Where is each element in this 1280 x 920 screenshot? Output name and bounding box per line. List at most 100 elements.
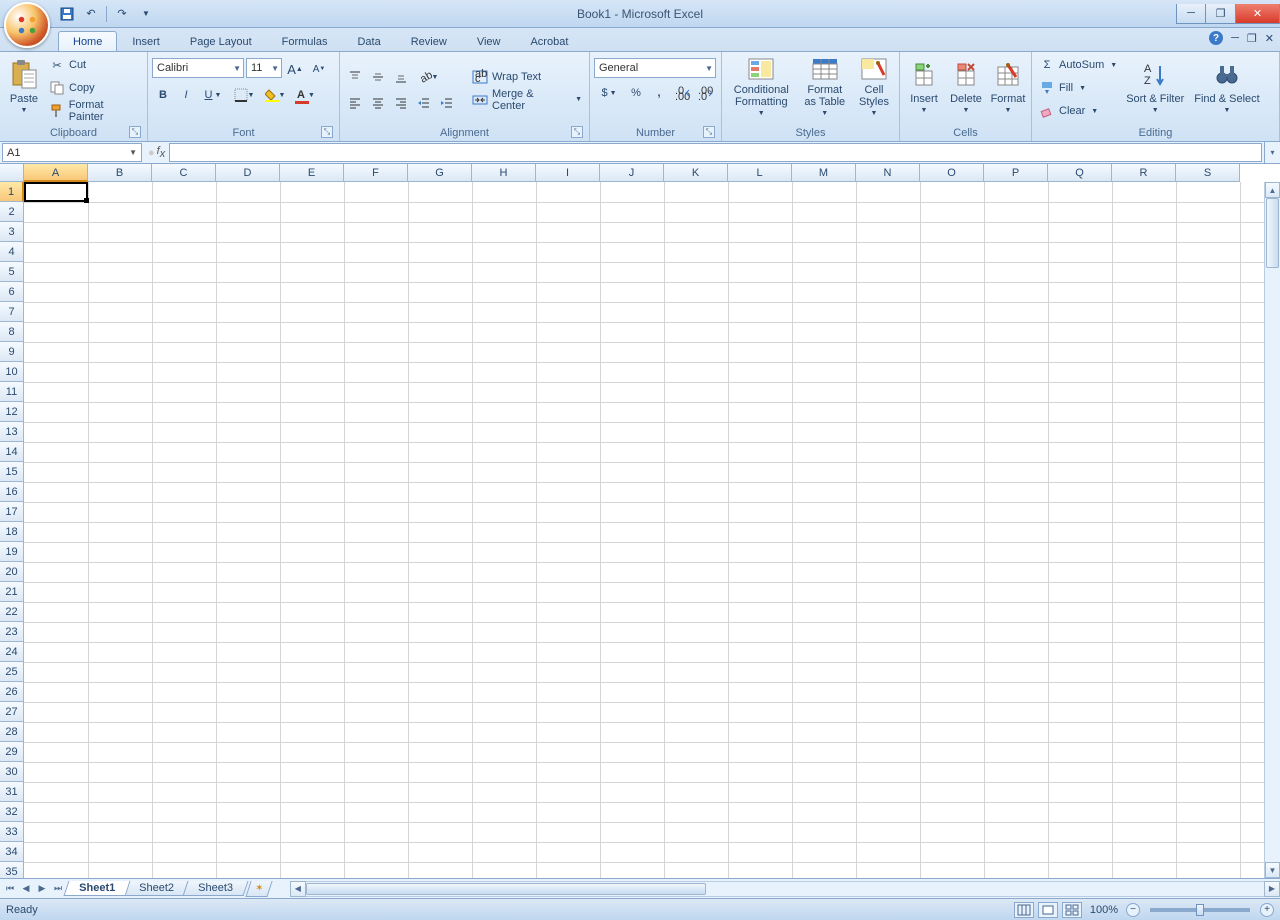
- row-header[interactable]: 24: [0, 642, 24, 662]
- column-header[interactable]: E: [280, 164, 344, 182]
- ribbon-tab-review[interactable]: Review: [396, 31, 462, 51]
- column-header[interactable]: M: [792, 164, 856, 182]
- row-header[interactable]: 20: [0, 562, 24, 582]
- normal-view-button[interactable]: [1014, 902, 1034, 918]
- row-header[interactable]: 23: [0, 622, 24, 642]
- alignment-launcher[interactable]: ⤡: [571, 126, 583, 138]
- office-button[interactable]: [4, 2, 50, 48]
- ribbon-tab-page-layout[interactable]: Page Layout: [175, 31, 267, 51]
- prev-sheet-icon[interactable]: ◀: [18, 881, 34, 897]
- row-header[interactable]: 16: [0, 482, 24, 502]
- column-header[interactable]: J: [600, 164, 664, 182]
- zoom-in-button[interactable]: +: [1260, 903, 1274, 917]
- save-icon[interactable]: [58, 5, 76, 23]
- column-header[interactable]: I: [536, 164, 600, 182]
- column-header[interactable]: F: [344, 164, 408, 182]
- redo-icon[interactable]: ↷: [113, 5, 131, 23]
- font-name-combo[interactable]: Calibri▼: [152, 58, 244, 78]
- row-header[interactable]: 1: [0, 182, 24, 202]
- conditional-formatting-button[interactable]: Conditional Formatting▼: [726, 54, 797, 122]
- column-header[interactable]: Q: [1048, 164, 1112, 182]
- percent-button[interactable]: %: [625, 82, 647, 104]
- shrink-font-button[interactable]: A▼: [308, 58, 330, 80]
- row-header[interactable]: 33: [0, 822, 24, 842]
- clear-button[interactable]: Clear▼: [1036, 101, 1120, 122]
- row-header[interactable]: 28: [0, 722, 24, 742]
- font-launcher[interactable]: ⤡: [321, 126, 333, 138]
- help-icon[interactable]: ?: [1209, 31, 1223, 45]
- autosum-button[interactable]: ΣAutoSum▼: [1036, 55, 1120, 76]
- cancel-formula-icon[interactable]: ●: [148, 147, 155, 159]
- vertical-scrollbar[interactable]: ▲ ▼: [1264, 182, 1280, 878]
- cell-styles-button[interactable]: Cell Styles▼: [853, 54, 895, 122]
- fill-button[interactable]: Fill▼: [1036, 78, 1120, 99]
- hscroll-thumb[interactable]: [306, 883, 706, 895]
- increase-decimal-button[interactable]: .0.00: [671, 82, 693, 104]
- clipboard-launcher[interactable]: ⤡: [129, 126, 141, 138]
- row-header[interactable]: 34: [0, 842, 24, 862]
- align-middle-button[interactable]: [367, 66, 389, 88]
- vscroll-thumb[interactable]: [1266, 198, 1279, 268]
- decrease-indent-button[interactable]: [413, 92, 435, 114]
- column-header[interactable]: A: [24, 164, 88, 182]
- grow-font-button[interactable]: A▲: [284, 58, 306, 80]
- scroll-down-icon[interactable]: ▼: [1265, 862, 1280, 878]
- column-header[interactable]: C: [152, 164, 216, 182]
- column-header[interactable]: N: [856, 164, 920, 182]
- new-sheet-button[interactable]: ✶: [245, 881, 272, 897]
- paste-button[interactable]: Paste▼: [4, 54, 44, 122]
- row-header[interactable]: 25: [0, 662, 24, 682]
- column-header[interactable]: D: [216, 164, 280, 182]
- row-header[interactable]: 11: [0, 382, 24, 402]
- undo-icon[interactable]: ↶: [82, 5, 100, 23]
- page-break-view-button[interactable]: [1062, 902, 1082, 918]
- align-center-button[interactable]: [367, 92, 389, 114]
- sheet-tab[interactable]: Sheet2: [124, 881, 190, 896]
- row-header[interactable]: 3: [0, 222, 24, 242]
- row-header[interactable]: 7: [0, 302, 24, 322]
- row-header[interactable]: 10: [0, 362, 24, 382]
- row-header[interactable]: 21: [0, 582, 24, 602]
- column-header[interactable]: K: [664, 164, 728, 182]
- ribbon-tab-home[interactable]: Home: [58, 31, 117, 51]
- find-select-button[interactable]: Find & Select▼: [1190, 54, 1263, 122]
- row-header[interactable]: 12: [0, 402, 24, 422]
- column-header[interactable]: L: [728, 164, 792, 182]
- accounting-format-button[interactable]: $▼: [594, 82, 624, 104]
- scroll-up-icon[interactable]: ▲: [1265, 182, 1280, 198]
- ribbon-tab-view[interactable]: View: [462, 31, 516, 51]
- number-format-combo[interactable]: General▼: [594, 58, 716, 78]
- row-header[interactable]: 29: [0, 742, 24, 762]
- scroll-right-icon[interactable]: ▶: [1264, 881, 1280, 897]
- row-header[interactable]: 18: [0, 522, 24, 542]
- horizontal-scrollbar[interactable]: ◀ ▶: [290, 881, 1280, 897]
- sheet-tab[interactable]: Sheet1: [64, 881, 131, 896]
- ribbon-tab-insert[interactable]: Insert: [117, 31, 175, 51]
- column-header[interactable]: O: [920, 164, 984, 182]
- italic-button[interactable]: I: [175, 84, 197, 106]
- maximize-button[interactable]: ❐: [1206, 4, 1236, 24]
- align-bottom-button[interactable]: [390, 66, 412, 88]
- row-header[interactable]: 35: [0, 862, 24, 878]
- border-button[interactable]: ▼: [229, 84, 259, 106]
- row-header[interactable]: 32: [0, 802, 24, 822]
- row-header[interactable]: 27: [0, 702, 24, 722]
- row-header[interactable]: 19: [0, 542, 24, 562]
- merge-center-button[interactable]: Merge & Center▼: [469, 89, 585, 110]
- close-button[interactable]: ✕: [1236, 4, 1280, 24]
- scroll-left-icon[interactable]: ◀: [290, 881, 306, 897]
- name-box[interactable]: A1▼: [2, 143, 142, 162]
- fx-icon[interactable]: fx: [157, 145, 166, 160]
- row-header[interactable]: 26: [0, 682, 24, 702]
- column-header[interactable]: H: [472, 164, 536, 182]
- row-header[interactable]: 13: [0, 422, 24, 442]
- sort-filter-button[interactable]: AZSort & Filter▼: [1122, 54, 1188, 122]
- underline-button[interactable]: U▼: [198, 84, 228, 106]
- column-header[interactable]: B: [88, 164, 152, 182]
- page-layout-view-button[interactable]: [1038, 902, 1058, 918]
- font-color-button[interactable]: A▼: [291, 84, 321, 106]
- row-header[interactable]: 22: [0, 602, 24, 622]
- row-header[interactable]: 4: [0, 242, 24, 262]
- restore-window-icon[interactable]: ❐: [1247, 32, 1257, 45]
- row-header[interactable]: 8: [0, 322, 24, 342]
